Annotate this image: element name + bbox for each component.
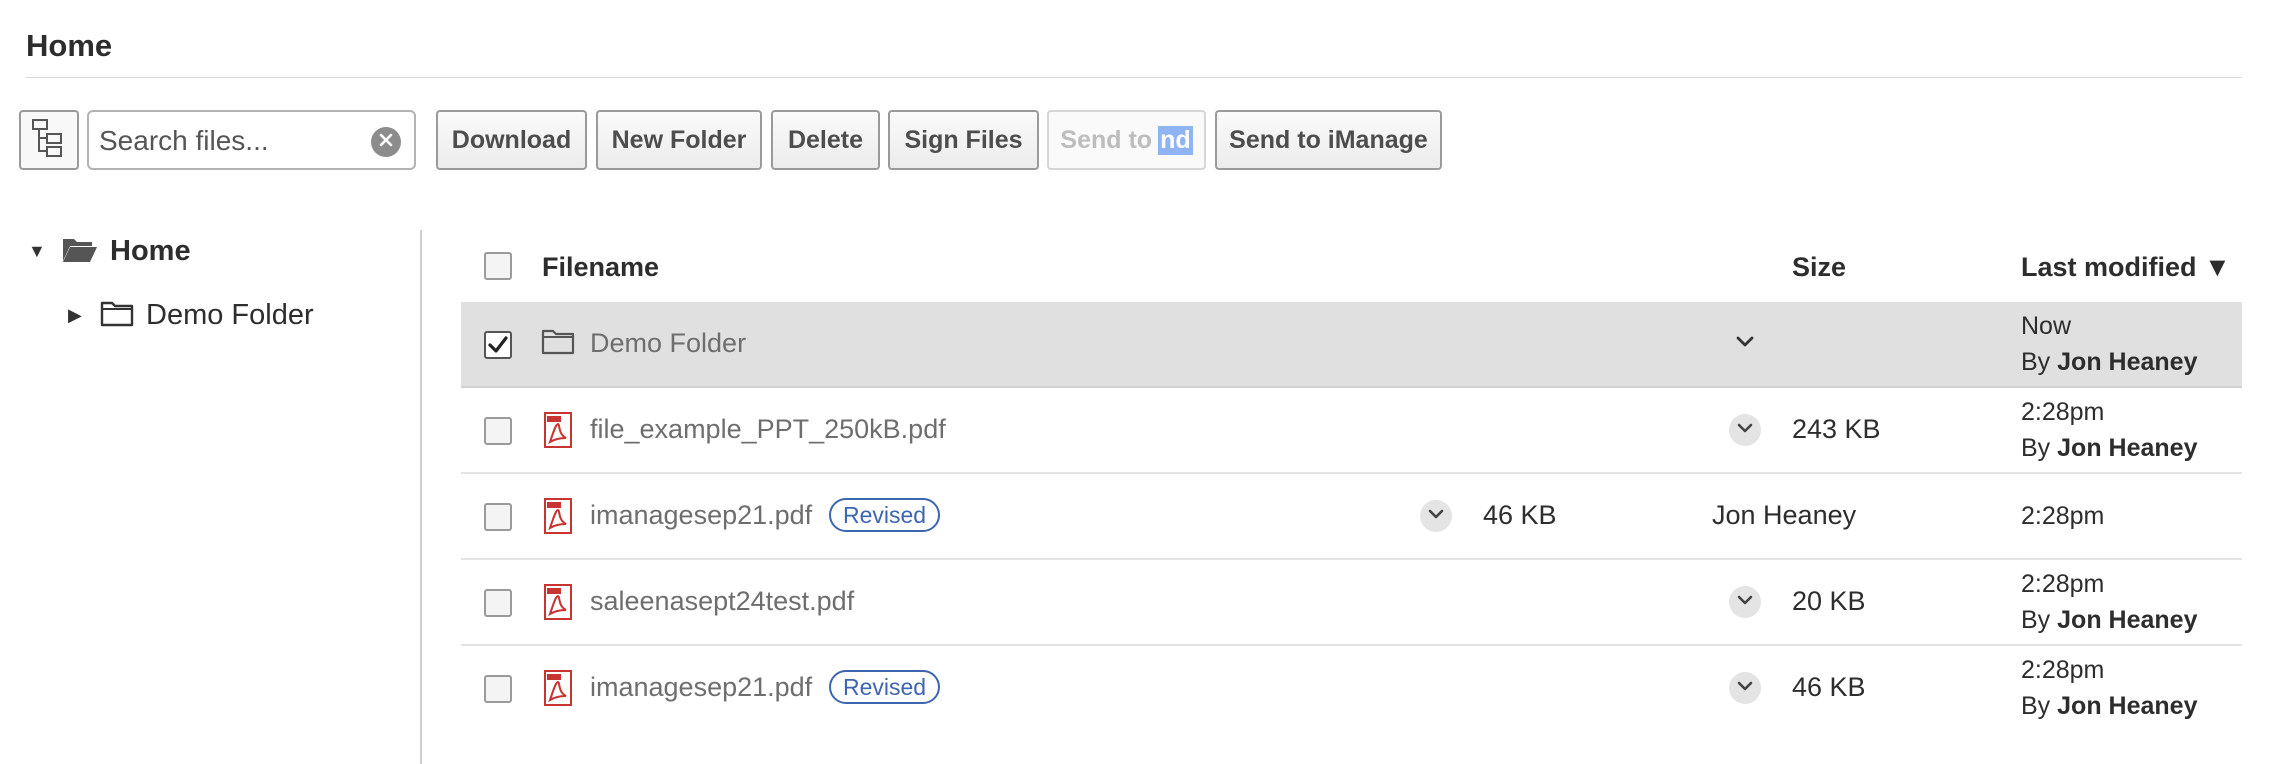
modified-time: Now xyxy=(2021,312,2072,340)
sign-files-button[interactable]: Sign Files xyxy=(888,110,1039,170)
tree-item-demo-folder[interactable]: ▶ Demo Folder xyxy=(68,299,314,332)
new-folder-button[interactable]: New Folder xyxy=(596,110,762,170)
pdf-icon xyxy=(544,412,572,453)
caret-down-icon[interactable]: ▼ xyxy=(28,241,50,262)
chevron-down-icon xyxy=(1735,335,1755,354)
search-box xyxy=(87,110,416,170)
row-checkbox[interactable] xyxy=(484,417,512,445)
modified-time: 2:28pm xyxy=(2021,656,2105,684)
tree-label-home: Home xyxy=(110,235,191,267)
chevron-down-icon xyxy=(1736,421,1754,439)
file-name[interactable]: file_example_PPT_250kB.pdf xyxy=(590,414,946,445)
folder-icon xyxy=(541,326,575,361)
header-filename[interactable]: Filename xyxy=(542,252,659,283)
modified-time: 2:28pm xyxy=(2021,570,2105,598)
file-name[interactable]: imanagesep21.pdf xyxy=(590,672,812,703)
table-header: Filename Size Last modified ▼ xyxy=(461,232,2242,302)
row-actions-button[interactable] xyxy=(1729,328,1761,360)
download-button[interactable]: Download xyxy=(436,110,587,170)
tree-item-home[interactable]: ▼ Home xyxy=(28,235,191,268)
pdf-icon xyxy=(544,670,572,711)
delete-button[interactable]: Delete xyxy=(771,110,880,170)
header-last-modified[interactable]: Last modified ▼ xyxy=(2021,252,2231,283)
folder-icon xyxy=(100,299,134,332)
file-size: 20 KB xyxy=(1792,586,1866,616)
search-input[interactable] xyxy=(97,124,367,158)
modified-time: 2:28pm xyxy=(2021,398,2105,426)
clear-icon xyxy=(379,133,393,152)
table-row[interactable]: imanagesep21.pdf Revised 46 KB Jon Heane… xyxy=(461,474,2242,560)
send-to-imanage-button[interactable]: Send to iManage xyxy=(1215,110,1442,170)
chevron-down-icon xyxy=(1427,507,1445,525)
file-size: 243 KB xyxy=(1792,414,1881,444)
table-row[interactable]: file_example_PPT_250kB.pdf 243 KB 2:28pm… xyxy=(461,388,2242,474)
file-owner: Jon Heaney xyxy=(1712,500,1857,530)
select-all-checkbox[interactable] xyxy=(484,252,512,280)
tree-view-toggle-button[interactable] xyxy=(19,110,79,170)
row-actions-button[interactable] xyxy=(1420,500,1452,532)
tree-label-demo-folder: Demo Folder xyxy=(146,299,314,331)
table-row[interactable]: saleenasept24test.pdf 20 KB 2:28pm By Jo… xyxy=(461,560,2242,646)
last-modified: 2:28pm By Jon Heaney xyxy=(2021,566,2197,638)
file-size: 46 KB xyxy=(1483,500,1557,530)
file-name[interactable]: imanagesep21.pdf xyxy=(590,500,812,531)
last-modified: Now By Jon Heaney xyxy=(2021,308,2197,380)
chevron-down-icon xyxy=(1736,679,1754,697)
pdf-icon xyxy=(544,498,572,539)
modified-time: 2:28pm xyxy=(2021,502,2105,530)
clear-search-button[interactable] xyxy=(371,127,401,157)
modified-by: By Jon Heaney xyxy=(2021,348,2198,376)
last-modified: 2:28pm By Jon Heaney xyxy=(2021,652,2197,724)
table-row[interactable]: Demo Folder Now By Jon Heaney xyxy=(461,302,2242,388)
row-actions-button[interactable] xyxy=(1729,414,1761,446)
header-size[interactable]: Size xyxy=(1792,252,1846,283)
row-checkbox[interactable] xyxy=(484,503,512,531)
last-modified: 2:28pm By Jon Heaney xyxy=(2021,394,2197,466)
row-actions-button[interactable] xyxy=(1729,586,1761,618)
modified-by: By Jon Heaney xyxy=(2021,692,2198,720)
file-table: Filename Size Last modified ▼ Demo Folde… xyxy=(461,232,2242,764)
chevron-down-icon xyxy=(1736,593,1754,611)
last-modified: 2:28pm xyxy=(2021,498,2104,534)
modified-by: By Jon Heaney xyxy=(2021,434,2198,462)
file-size: 46 KB xyxy=(1792,672,1866,702)
revised-badge: Revised xyxy=(829,670,941,704)
title-divider xyxy=(26,77,2242,78)
row-checkbox[interactable] xyxy=(484,331,512,359)
send-to-highlight: nd xyxy=(1158,125,1193,155)
page-title: Home xyxy=(26,28,113,63)
row-actions-button[interactable] xyxy=(1729,672,1761,704)
pdf-icon xyxy=(544,584,572,625)
send-to-label: Send to xyxy=(1060,125,1153,154)
caret-right-icon[interactable]: ▶ xyxy=(68,305,90,326)
file-name[interactable]: Demo Folder xyxy=(590,328,746,359)
table-row[interactable]: imanagesep21.pdf Revised 46 KB 2:28pm By… xyxy=(461,646,2242,732)
send-to-button[interactable]: Send to nd xyxy=(1047,110,1206,170)
pane-divider[interactable] xyxy=(420,230,422,764)
folder-open-icon xyxy=(62,235,98,268)
row-checkbox[interactable] xyxy=(484,589,512,617)
revised-badge: Revised xyxy=(829,498,941,532)
file-name[interactable]: saleenasept24test.pdf xyxy=(590,586,854,617)
row-checkbox[interactable] xyxy=(484,675,512,703)
modified-by: By Jon Heaney xyxy=(2021,606,2198,634)
tree-view-icon xyxy=(31,118,67,163)
